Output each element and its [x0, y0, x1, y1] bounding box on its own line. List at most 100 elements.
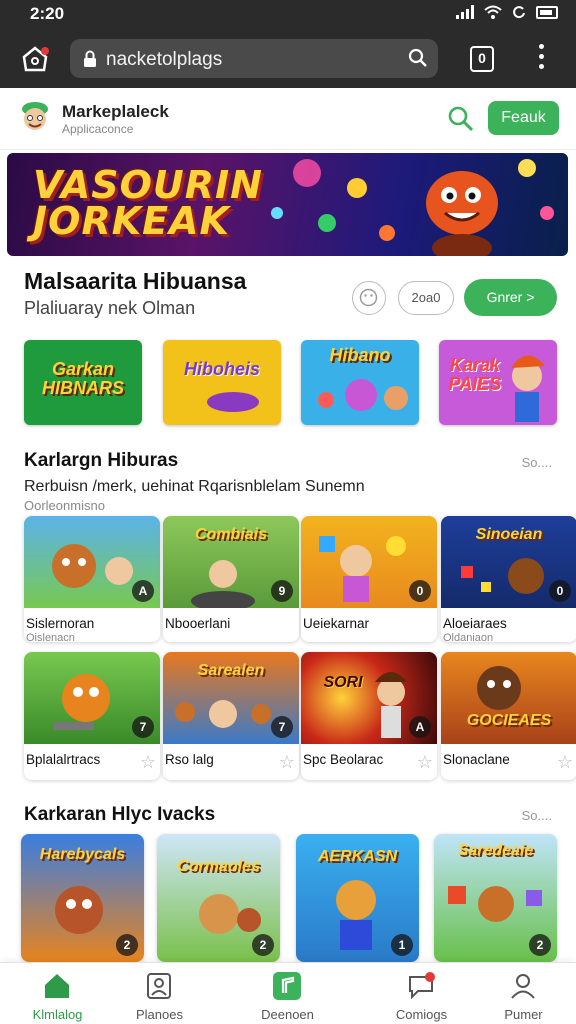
game-subtitle: Oldaniaon	[443, 632, 494, 644]
sync-icon	[513, 6, 525, 19]
game-thumb-title: GOCIEAES	[466, 712, 552, 729]
game-thumbnail: A	[24, 516, 160, 608]
smiley-icon	[359, 288, 378, 307]
games-see-more-link[interactable]: So....	[522, 455, 552, 470]
home-icon	[45, 974, 69, 998]
favorite-star-icon[interactable]: ☆	[279, 752, 295, 773]
games-section-description: Rerbuisn /merk, uehinat Rqarisnblelam Su…	[24, 478, 365, 495]
game-badge: 7	[271, 716, 293, 738]
game-card[interactable]: Combiais 9 Nbooerlani	[163, 516, 299, 642]
tabs-count-button[interactable]: 0	[470, 46, 494, 72]
game-badge: 9	[271, 580, 293, 602]
featured-tile[interactable]: Hibano	[301, 340, 419, 425]
games-section-title: Karlargn Hiburas	[24, 450, 179, 471]
portrait-icon	[147, 973, 171, 999]
game-badge: 2	[116, 934, 138, 956]
game-thumbnail: Combiais 9	[163, 516, 299, 608]
nav-label: Deenoen	[261, 1007, 314, 1022]
game-title: Sislernoran	[26, 616, 95, 631]
games-section-caption: Oorleonmisno	[24, 498, 105, 513]
game-thumbnail: 7	[24, 652, 160, 744]
thumb-art	[54, 674, 110, 730]
game-badge: 2	[252, 934, 274, 956]
game-thumbnail: GOCIEAES	[441, 652, 576, 744]
tile-art	[511, 355, 545, 422]
game-card[interactable]: Sarealen 7 Rso lalg ☆	[163, 652, 299, 780]
game-title: Rso lalg	[165, 752, 214, 767]
mascot-logo-icon	[22, 102, 48, 130]
game-card[interactable]: Harebycals 2	[21, 834, 144, 962]
cta-button[interactable]: Gnrer >	[464, 279, 557, 316]
game-card[interactable]: A Sislernoran Oislenacn	[24, 516, 160, 644]
featured-section-subtitle: Plaliuaray nek Olman	[24, 298, 196, 318]
thumb-art	[191, 560, 255, 608]
nav-item-comiogs[interactable]: Comiogs	[364, 963, 479, 1024]
game-card[interactable]: Saredeaie 2	[434, 834, 557, 962]
app-header: Markeplaleck Applicaconce Feauk	[0, 88, 576, 150]
music-icon	[273, 972, 301, 1000]
status-icons	[456, 5, 558, 19]
game-title: Aloeiaraes	[443, 616, 507, 631]
bottom-navigation: Klmlalog Planoes Deenoen Comiogs Pumer	[0, 962, 576, 1024]
favorite-star-icon[interactable]: ☆	[557, 752, 573, 773]
game-thumbnail: Sinoeian 0	[441, 516, 576, 608]
lock-icon	[84, 50, 96, 67]
game-card[interactable]: Cormaoles 2	[157, 834, 280, 962]
app-title: Markeplaleck	[62, 102, 169, 121]
game-badge: A	[132, 580, 154, 602]
user-icon	[511, 974, 535, 999]
featured-section-title: Malsaarita Hibuansa	[24, 268, 247, 294]
home-button-icon[interactable]	[18, 42, 52, 76]
game-badge: 0	[549, 580, 571, 602]
filter-pill[interactable]: 2oa0	[398, 281, 454, 315]
url-text[interactable]: nacketolplags	[106, 49, 222, 71]
search-icon[interactable]	[448, 106, 474, 132]
favorite-star-icon[interactable]: ☆	[140, 752, 156, 773]
game-badge: A	[409, 716, 431, 738]
search-icon[interactable]	[408, 48, 428, 68]
bottom-see-more-link[interactable]: So....	[522, 808, 552, 823]
game-card[interactable]: 7 Bplalalrtracs ☆	[24, 652, 160, 780]
nav-label: Planoes	[136, 1007, 183, 1022]
status-time: 2:20	[30, 4, 65, 23]
app-subtitle: Applicaconce	[62, 122, 134, 136]
nav-item-deenoen[interactable]: Deenoen	[230, 963, 345, 1024]
nav-label: Klmlalog	[32, 1007, 83, 1022]
game-title: Bplalalrtracs	[26, 752, 101, 767]
nav-item-pumer[interactable]: Pumer	[466, 963, 576, 1024]
promo-banner[interactable]: VASOURIN JORKEAK	[7, 153, 568, 256]
thumb-art	[375, 672, 407, 738]
thumb-art	[175, 700, 271, 728]
game-card[interactable]: SORI A Spc Beolarac ☆	[301, 652, 437, 780]
url-bar[interactable]: nacketolplags	[70, 39, 438, 78]
game-thumbnail: 0	[301, 516, 437, 608]
thumb-art	[319, 536, 406, 602]
game-card[interactable]: AERKASN 1	[296, 834, 419, 962]
game-title: Spc Beolarac	[303, 752, 384, 767]
browser-toolbar: nacketolplags 0	[0, 30, 576, 88]
menu-dots-icon[interactable]	[536, 44, 546, 74]
bottom-section-title: Karkaran Hlyc Ivacks	[24, 804, 216, 825]
game-badge: 0	[409, 580, 431, 602]
game-title: Nbooerlani	[165, 616, 231, 631]
nav-label: Pumer	[504, 1007, 543, 1022]
tile-art	[207, 392, 259, 412]
favorite-star-icon[interactable]: ☆	[417, 752, 433, 773]
emoji-button[interactable]	[352, 281, 386, 315]
header-action-button[interactable]: Feauk	[488, 101, 559, 135]
game-card[interactable]: GOCIEAES Slonaclane ☆	[441, 652, 576, 780]
featured-tile[interactable]: Garkan HIBNARS	[24, 340, 142, 425]
thumb-art	[477, 666, 521, 710]
featured-tile[interactable]: Karak PAIES	[439, 340, 557, 425]
game-badge: 2	[529, 934, 551, 956]
game-card[interactable]: 0 Ueiekarnar	[301, 516, 437, 642]
nav-item-planoes[interactable]: Planoes	[102, 963, 217, 1024]
game-card[interactable]: Sinoeian 0 Aloeiaraes Oldaniaon	[441, 516, 576, 644]
nav-label: Comiogs	[395, 1007, 448, 1022]
nav-item-home[interactable]: Klmlalog	[0, 963, 115, 1024]
featured-tile-label: Garkan HIBNARS	[41, 359, 124, 398]
game-badge: 7	[132, 716, 154, 738]
thumb-art	[461, 558, 544, 594]
tile-art	[318, 379, 408, 411]
featured-tile[interactable]: Hiboheis	[163, 340, 281, 425]
